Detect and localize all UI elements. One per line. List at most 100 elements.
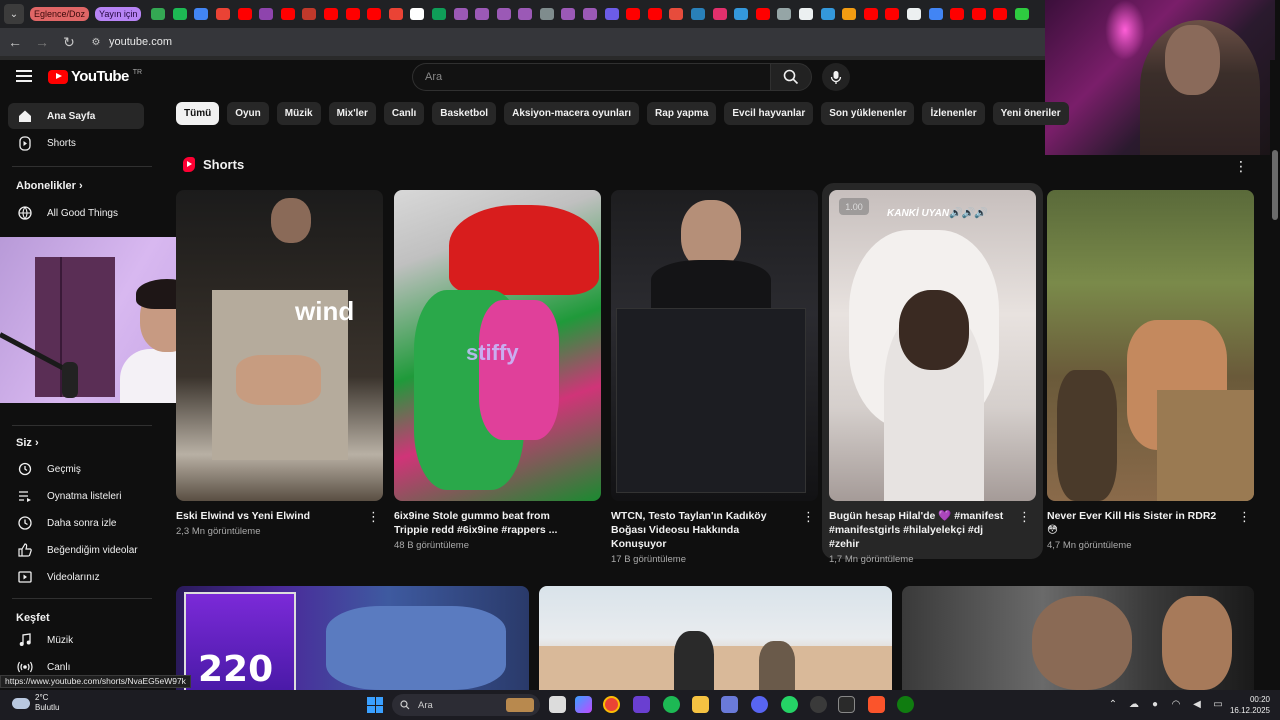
tab-favicon-icon[interactable] bbox=[950, 8, 965, 20]
tab-favicon-icon[interactable] bbox=[367, 8, 382, 20]
clock[interactable]: 00:20 16.12.2025 bbox=[1226, 694, 1270, 716]
tab-favicon-icon[interactable] bbox=[777, 8, 792, 20]
chip-live[interactable]: Canlı bbox=[383, 102, 425, 125]
menu-icon[interactable] bbox=[16, 70, 32, 82]
chip-music[interactable]: Müzik bbox=[276, 102, 321, 125]
battery-icon[interactable]: ▭ bbox=[1212, 698, 1224, 710]
video-thumbnail[interactable] bbox=[902, 586, 1254, 690]
short-thumbnail[interactable]: 1.00 KANKİ UYAN🔊🔊🔊 bbox=[829, 190, 1036, 501]
tab-favicon-icon[interactable] bbox=[583, 8, 598, 20]
discord-icon[interactable] bbox=[751, 696, 768, 713]
tab-favicon-icon[interactable] bbox=[410, 8, 425, 20]
tab-favicon-icon[interactable] bbox=[647, 8, 662, 20]
twitch-icon[interactable] bbox=[633, 696, 650, 713]
chip-new-to-you[interactable]: Yeni öneriler bbox=[992, 102, 1069, 125]
whatsapp-icon[interactable] bbox=[781, 696, 798, 713]
tab-favicon-icon[interactable] bbox=[302, 8, 317, 20]
volume-icon[interactable]: ◀ bbox=[1191, 698, 1203, 710]
search-box[interactable] bbox=[412, 63, 770, 91]
more-vertical-icon[interactable]: ⋮ bbox=[1234, 158, 1248, 174]
more-vertical-icon[interactable]: ⋮ bbox=[1018, 510, 1031, 524]
chip-mixes[interactable]: Mix'ler bbox=[328, 102, 376, 125]
tab-favicon-icon[interactable] bbox=[323, 8, 338, 20]
windows-start-icon[interactable] bbox=[367, 697, 383, 713]
short-card[interactable]: WTCN, Testo Taylan'ın Kadıköy Boğası Vid… bbox=[611, 190, 818, 565]
taskbar-search[interactable]: Ara bbox=[392, 694, 540, 716]
chip-rap[interactable]: Rap yapma bbox=[647, 102, 717, 125]
tab-favicon-icon[interactable] bbox=[172, 8, 187, 20]
tab-favicon-icon[interactable] bbox=[755, 8, 770, 20]
tab-favicon-icon[interactable] bbox=[388, 8, 403, 20]
tab-favicon-icon[interactable] bbox=[820, 8, 835, 20]
short-title[interactable]: 6ix9ine Stole gummo beat from Trippie re… bbox=[394, 509, 574, 537]
chip-watched[interactable]: İzlenenler bbox=[922, 102, 985, 125]
chip-all[interactable]: Tümü bbox=[176, 102, 220, 125]
wifi-icon[interactable]: ◠ bbox=[1170, 698, 1182, 710]
tab-favicon-icon[interactable] bbox=[539, 8, 554, 20]
tab-favicon-icon[interactable] bbox=[906, 8, 921, 20]
tab-search-chevron-icon[interactable]: ⌄ bbox=[4, 4, 24, 24]
chrome-icon[interactable] bbox=[603, 696, 620, 713]
chip-pets[interactable]: Evcil hayvanlar bbox=[724, 102, 814, 125]
search-button[interactable] bbox=[770, 63, 812, 91]
tab-favicon-icon[interactable] bbox=[561, 8, 576, 20]
obs-icon[interactable] bbox=[721, 696, 738, 713]
tab-favicon-icon[interactable] bbox=[496, 8, 511, 20]
short-thumbnail[interactable] bbox=[611, 190, 818, 501]
sidebar-item-all-good-things[interactable]: All Good Things bbox=[8, 200, 144, 226]
youtube-logo[interactable]: YouTube TR bbox=[48, 68, 142, 85]
tab-favicon-icon[interactable] bbox=[345, 8, 360, 20]
short-card[interactable]: stiffy 6ix9ine Stole gummo beat from Tri… bbox=[394, 190, 601, 551]
spotify-icon[interactable] bbox=[663, 696, 680, 713]
tab-favicon-icon[interactable] bbox=[971, 8, 986, 20]
sidebar-item-shorts[interactable]: Shorts bbox=[8, 130, 144, 156]
brave-icon[interactable] bbox=[868, 696, 885, 713]
you-heading[interactable]: Siz › bbox=[16, 437, 39, 449]
url-text[interactable]: youtube.com bbox=[109, 36, 172, 48]
tab-favicon-icon[interactable] bbox=[194, 8, 209, 20]
tab-favicon-icon[interactable] bbox=[691, 8, 706, 20]
sidebar-item-playlists[interactable]: Oynatma listeleri bbox=[8, 483, 144, 509]
tab-group-eglence[interactable]: Eglence/Doz bbox=[30, 7, 90, 21]
xbox-icon[interactable] bbox=[897, 696, 914, 713]
address-bar[interactable]: ⚙ youtube.com bbox=[89, 35, 172, 49]
more-vertical-icon[interactable]: ⋮ bbox=[367, 510, 380, 524]
steam-icon[interactable] bbox=[810, 696, 827, 713]
sidebar-item-liked-videos[interactable]: Beğendiğim videolar bbox=[8, 537, 144, 563]
tab-group-yayin[interactable]: Yayın için bbox=[95, 7, 142, 21]
tab-favicon-icon[interactable] bbox=[280, 8, 295, 20]
short-card[interactable]: 1.00 KANKİ UYAN🔊🔊🔊 Bugün hesap Hilal'de … bbox=[829, 190, 1036, 565]
short-thumbnail[interactable]: wind bbox=[176, 190, 383, 501]
tab-favicon-icon[interactable] bbox=[604, 8, 619, 20]
tab-favicon-icon[interactable] bbox=[993, 8, 1008, 20]
tab-favicon-icon[interactable] bbox=[151, 8, 166, 20]
search-input[interactable] bbox=[425, 71, 770, 83]
tab-favicon-icon[interactable] bbox=[431, 8, 446, 20]
short-title[interactable]: Bugün hesap Hilal'de 💜 #manifest #manife… bbox=[829, 509, 1009, 551]
sidebar-item-home[interactable]: Ana Sayfa bbox=[8, 103, 144, 129]
tab-favicon-icon[interactable] bbox=[669, 8, 684, 20]
subscriptions-heading[interactable]: Abonelikler › bbox=[16, 180, 83, 192]
task-view-icon[interactable] bbox=[549, 696, 566, 713]
scrollbar-thumb[interactable] bbox=[1272, 150, 1278, 220]
tab-favicon-icon[interactable] bbox=[626, 8, 641, 20]
chip-gaming[interactable]: Oyun bbox=[227, 102, 269, 125]
sidebar-item-history[interactable]: Geçmiş bbox=[8, 456, 144, 482]
weather-widget[interactable]: 2°C Bulutlu bbox=[12, 693, 59, 713]
tab-favicon-icon[interactable] bbox=[453, 8, 468, 20]
site-info-icon[interactable]: ⚙ bbox=[89, 35, 103, 49]
tab-favicon-icon[interactable] bbox=[215, 8, 230, 20]
forward-arrow-icon[interactable]: → bbox=[30, 30, 54, 54]
tab-favicon-icon[interactable] bbox=[842, 8, 857, 20]
tab-favicon-icon[interactable] bbox=[712, 8, 727, 20]
back-arrow-icon[interactable]: ← bbox=[3, 30, 27, 54]
more-vertical-icon[interactable]: ⋮ bbox=[802, 510, 815, 524]
short-card[interactable]: wind Eski Elwind vs Yeni Elwind 2,3 Mn g… bbox=[176, 190, 383, 537]
sidebar-item-music[interactable]: Müzik bbox=[8, 627, 144, 653]
mic-icon[interactable]: ● bbox=[1149, 698, 1161, 710]
tab-favicon-icon[interactable] bbox=[237, 8, 252, 20]
tab-favicon-icon[interactable] bbox=[863, 8, 878, 20]
tab-favicon-icon[interactable] bbox=[799, 8, 813, 20]
chevron-up-icon[interactable]: ⌃ bbox=[1107, 698, 1119, 710]
tab-favicon-icon[interactable] bbox=[518, 8, 533, 20]
